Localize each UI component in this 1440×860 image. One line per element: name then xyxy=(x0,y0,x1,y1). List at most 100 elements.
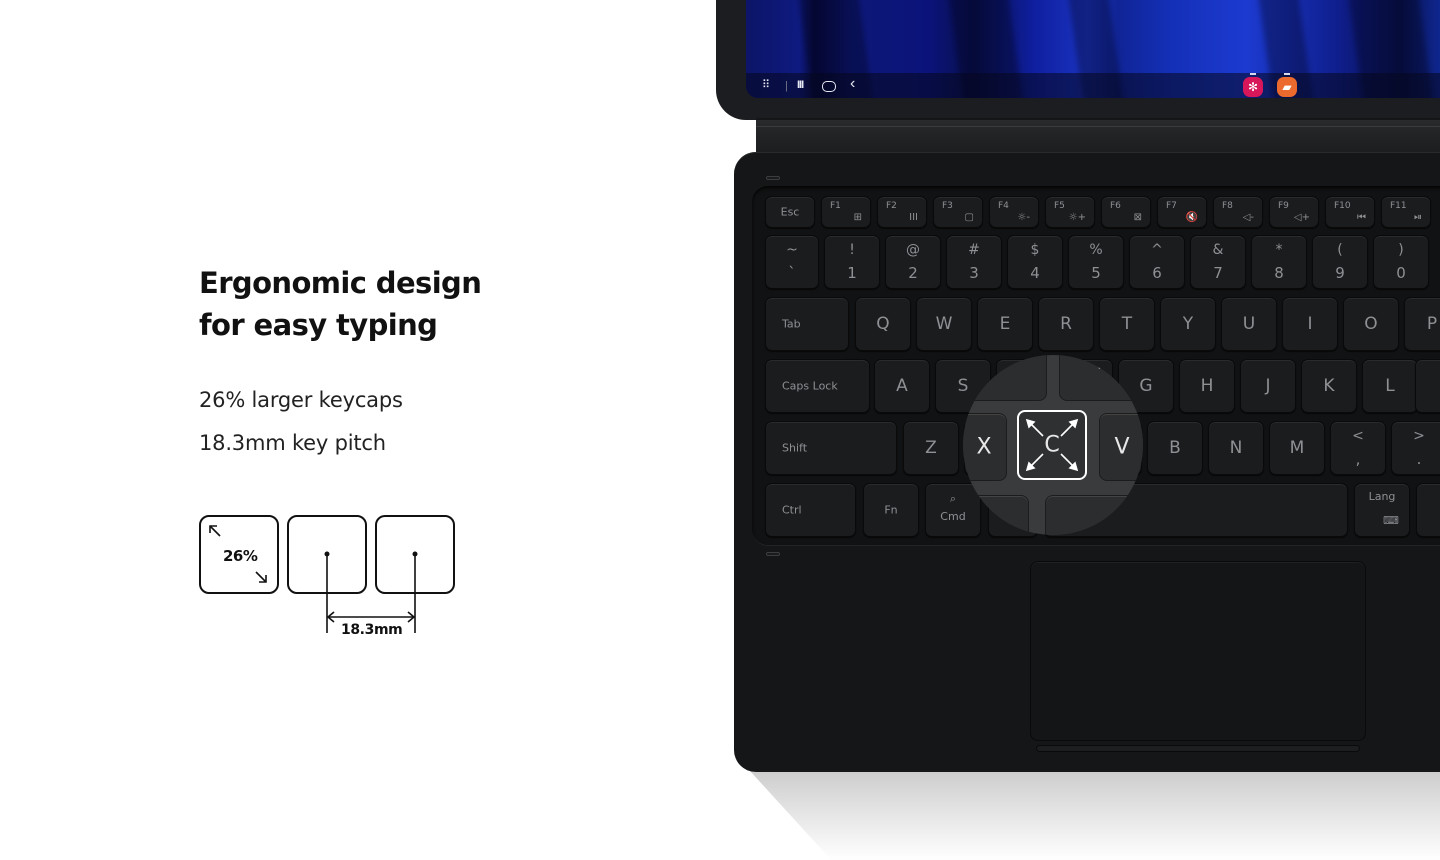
key-pitch-label: 18.3mm xyxy=(341,622,403,638)
key-label: ` xyxy=(788,264,796,282)
key-4[interactable]: $4 xyxy=(1007,235,1063,289)
key-lang[interactable]: Lang ⌨ xyxy=(1354,483,1410,537)
key-i[interactable]: I xyxy=(1282,297,1338,351)
trackpad[interactable] xyxy=(1030,561,1366,741)
key-label: F9 xyxy=(1278,201,1289,211)
key-7[interactable]: & 7 xyxy=(1190,235,1246,289)
key-f9[interactable]: F9 ◁+ xyxy=(1269,196,1319,228)
key-alt-right[interactable] xyxy=(1416,483,1440,537)
diagram-keycap-enlarged: 26% xyxy=(199,515,279,594)
key-shift-label: @ xyxy=(906,242,920,258)
key-6[interactable]: ^ 6 xyxy=(1129,235,1185,289)
key-sym[interactable]: >. xyxy=(1391,421,1440,475)
key-p[interactable]: P xyxy=(1404,297,1440,351)
key-sym[interactable]: <, xyxy=(1330,421,1386,475)
key-q[interactable]: Q xyxy=(855,297,911,351)
key-caps-lock[interactable]: Caps Lock xyxy=(765,359,870,413)
key-f1[interactable]: F1 ⊞ xyxy=(821,196,871,228)
key-z[interactable]: Z xyxy=(903,421,959,475)
trackpad-click-bar[interactable] xyxy=(1036,745,1360,752)
key-t[interactable]: T xyxy=(1099,297,1155,351)
key-label: O xyxy=(1364,314,1378,334)
headline: Ergonomic design for easy typing xyxy=(199,262,619,346)
key-label: Lang xyxy=(1368,490,1396,503)
key-f11[interactable]: F11 ⏯ xyxy=(1381,196,1431,228)
key-2[interactable]: @2 xyxy=(885,235,941,289)
key-f3[interactable]: F3 ▢ xyxy=(933,196,983,228)
key-f5[interactable]: F5 ☼+ xyxy=(1045,196,1095,228)
key-f8[interactable]: F8 ◁- xyxy=(1213,196,1263,228)
key-label: F5 xyxy=(1054,201,1065,211)
key-shift-label: ) xyxy=(1398,242,1404,258)
key-3[interactable]: #3 xyxy=(946,235,1002,289)
key-ctrl[interactable]: Ctrl xyxy=(765,483,856,537)
key-u[interactable]: U xyxy=(1221,297,1277,351)
key-label: 0 xyxy=(1396,264,1406,282)
key-shift-label: ^ xyxy=(1151,242,1163,258)
key-r[interactable]: R xyxy=(1038,297,1094,351)
magnified-key-d: D xyxy=(963,355,1047,401)
key-k[interactable]: K xyxy=(1301,359,1357,413)
key-1[interactable]: ! 1 xyxy=(824,235,880,289)
key-label: Esc xyxy=(780,205,800,219)
key-h[interactable]: H xyxy=(1179,359,1235,413)
key-m[interactable]: M xyxy=(1269,421,1325,475)
diagram-keycap-left xyxy=(287,515,367,594)
key-f6[interactable]: F6 ⊠ xyxy=(1101,196,1151,228)
key-label: Q xyxy=(876,314,890,334)
expand-arrows-icon xyxy=(1025,418,1079,472)
key-label: F11 xyxy=(1390,201,1407,211)
key-f7[interactable]: F7 🔇 xyxy=(1157,196,1207,228)
back-icon[interactable]: ‹ xyxy=(850,76,855,92)
key-label: 5 xyxy=(1091,264,1101,282)
key-label: N xyxy=(1229,438,1243,458)
key-label: F4 xyxy=(998,201,1009,211)
key-label: P xyxy=(1426,314,1438,334)
key-8[interactable]: * 8 xyxy=(1251,235,1307,289)
key-label: 3 xyxy=(969,264,979,282)
key-label: F3 xyxy=(942,201,953,211)
key-tab[interactable]: Tab xyxy=(765,297,849,351)
key-fn-icon: ☼+ xyxy=(1068,212,1086,223)
key-semicolon[interactable] xyxy=(1415,359,1440,413)
key-5[interactable]: % 5 xyxy=(1068,235,1124,289)
key-label: F6 xyxy=(1110,201,1121,211)
home-icon[interactable] xyxy=(822,81,836,92)
key-shift-label: $ xyxy=(1030,242,1040,258)
notes-app-icon[interactable]: ▰ xyxy=(1277,73,1297,97)
key-label: . xyxy=(1416,450,1422,468)
key-f10[interactable]: F10 ⏮ xyxy=(1325,196,1375,228)
key-shift-label: % xyxy=(1089,242,1103,258)
key-label: 8 xyxy=(1274,264,1284,282)
key-label: Shift xyxy=(782,441,808,455)
key-e[interactable]: E xyxy=(977,297,1033,351)
recents-icon[interactable]: III xyxy=(797,79,804,92)
flower-app-icon[interactable]: ✻ xyxy=(1243,73,1263,97)
key-n[interactable]: N xyxy=(1208,421,1264,475)
key-a[interactable]: A xyxy=(874,359,930,413)
key-l[interactable]: L xyxy=(1362,359,1418,413)
key-label: , xyxy=(1355,450,1361,468)
key-f4[interactable]: F4 ☼- xyxy=(989,196,1039,228)
key-label: 7 xyxy=(1213,264,1223,282)
apps-grid-icon[interactable]: ⠿ xyxy=(762,79,770,92)
key-shift-label: ( xyxy=(1337,242,1343,258)
key-o[interactable]: O xyxy=(1343,297,1399,351)
key-y[interactable]: Y xyxy=(1160,297,1216,351)
key-label: Z xyxy=(925,438,937,458)
key-fn[interactable]: Fn xyxy=(863,483,919,537)
key-label: K xyxy=(1323,376,1335,396)
key-shift-label: > xyxy=(1413,428,1425,444)
key-9[interactable]: (9 xyxy=(1312,235,1368,289)
key-fn-icon: ◁- xyxy=(1242,212,1254,223)
key-j[interactable]: J xyxy=(1240,359,1296,413)
key-w[interactable]: W xyxy=(916,297,972,351)
key-esc[interactable]: Esc xyxy=(765,196,815,228)
status-led-top xyxy=(766,176,780,180)
key-f2[interactable]: F2 III xyxy=(877,196,927,228)
key-b[interactable]: B xyxy=(1147,421,1203,475)
key-shift[interactable]: Shift xyxy=(765,421,897,475)
key-fn-icon: ⏯ xyxy=(1414,212,1422,223)
key-backtick[interactable]: ~ ` xyxy=(765,235,819,289)
key-0[interactable]: ) 0 xyxy=(1373,235,1429,289)
